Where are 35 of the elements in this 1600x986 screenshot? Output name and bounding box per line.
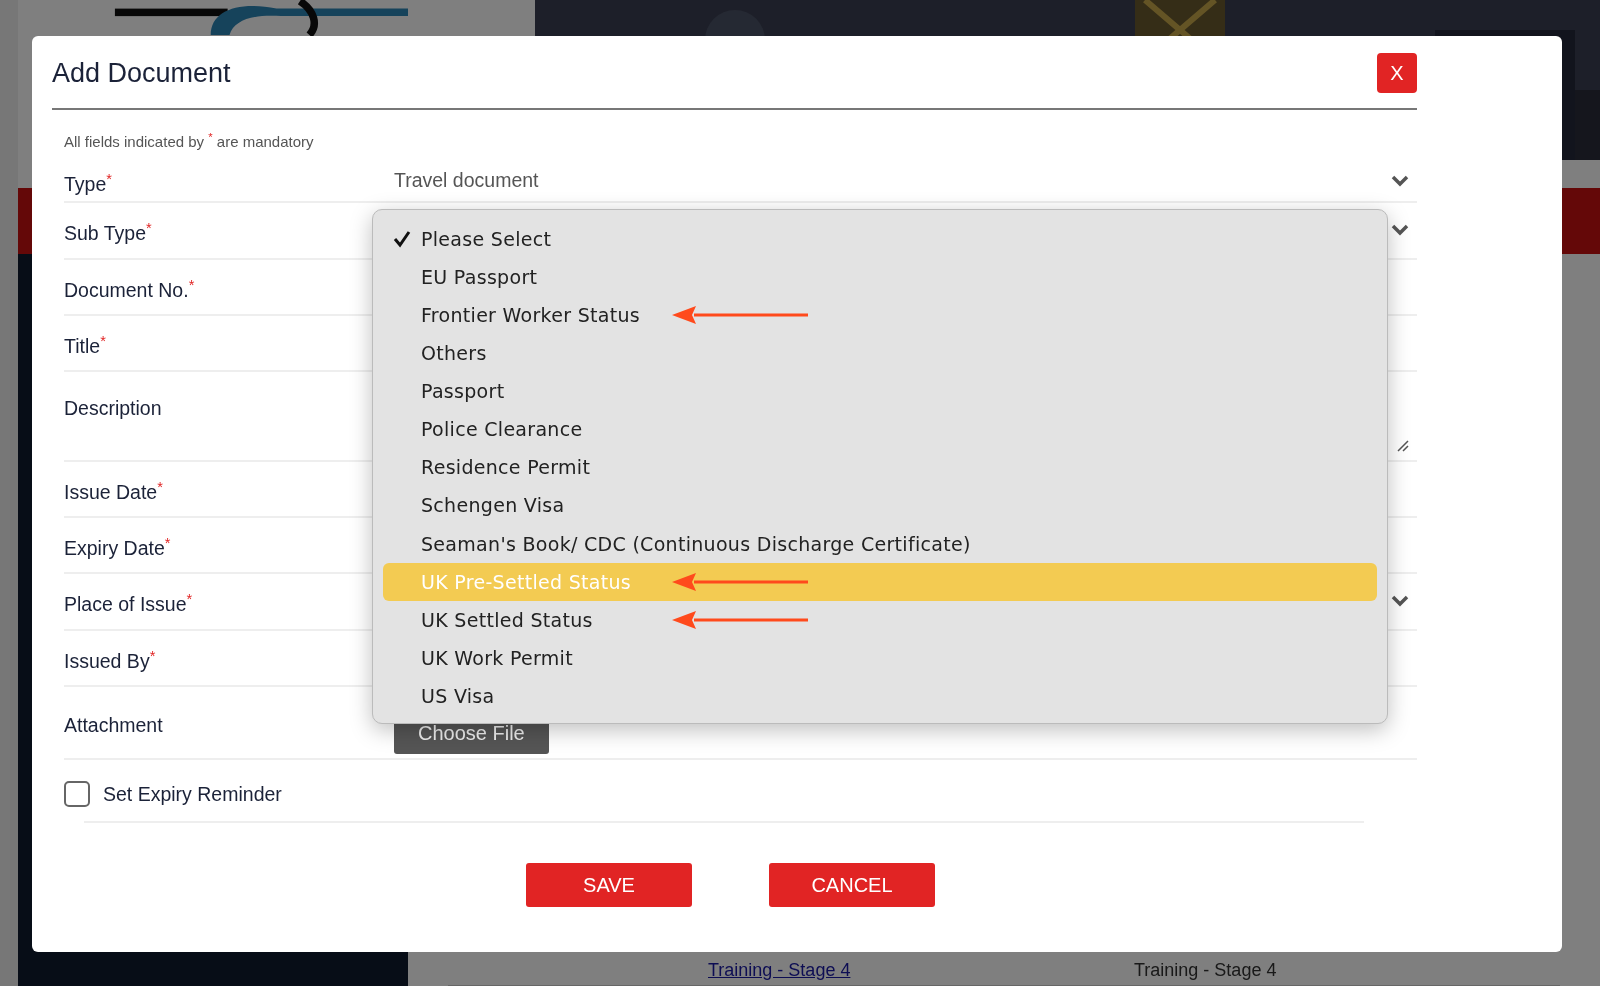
dropdown-option[interactable]: UK Work Permit <box>383 639 1377 678</box>
field-label: Attachment <box>64 713 164 739</box>
field-label: Place of Issue$^{*}$ <box>64 590 194 618</box>
field-label: Issue Date$^{*}$ <box>64 477 164 505</box>
field-label: Type$^{*}$ <box>64 170 113 198</box>
dropdown-option[interactable]: Others <box>383 334 1377 373</box>
table-link[interactable]: Training - Stage 4 <box>578 960 851 980</box>
chevron-down-icon[interactable] <box>1391 595 1409 607</box>
dialog-title: Add Document <box>52 56 231 90</box>
field-label: Expiry Date$^{*}$ <box>64 533 172 561</box>
cancel-button[interactable]: CANCEL <box>769 862 935 907</box>
mandatory-note: All fields indicated by $^{*}$ are mandatory <box>64 131 315 152</box>
dropdown-option[interactable]: Residence Permit <box>383 448 1377 487</box>
dropdown-option[interactable]: UK Settled Status <box>383 600 1377 640</box>
field-label: Document No.$^{*}$ <box>64 275 196 303</box>
dropdown-option[interactable]: Please Select <box>383 220 1377 259</box>
field-label: Issued By$^{*}$ <box>64 646 157 674</box>
chevron-down-icon[interactable] <box>1391 224 1409 236</box>
select-value[interactable]: Travel document <box>394 166 539 196</box>
field-label: Description <box>64 395 163 421</box>
dropdown-option[interactable]: EU Passport <box>383 258 1377 297</box>
dropdown-option[interactable]: Seaman's Book/ CDC (Continuous Discharge Certificate) <box>383 524 1377 563</box>
table-cell-text: Training - Stage 4 <box>1133 959 1278 981</box>
checkbox-label: Set Expiry Reminder <box>103 781 282 807</box>
dropdown-option[interactable]: Schengen Visa <box>383 486 1377 525</box>
field-label: Title$^{*}$ <box>64 331 107 359</box>
save-button[interactable]: SAVE <box>526 862 692 907</box>
checkbox[interactable] <box>64 781 90 808</box>
dropdown-option[interactable]: Police Clearance <box>383 410 1377 449</box>
close-button[interactable]: X <box>1377 53 1417 93</box>
chevron-down-icon[interactable] <box>1391 175 1409 187</box>
dropdown-option[interactable]: Frontier Worker Status <box>383 296 1377 335</box>
field-label: Sub Type$^{*}$ <box>64 219 153 247</box>
resize-grip-icon[interactable] <box>1395 437 1409 452</box>
dropdown-option[interactable]: Passport <box>383 372 1377 411</box>
